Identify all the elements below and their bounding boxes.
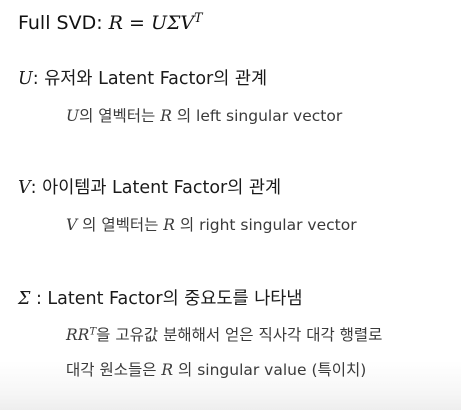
sigma-line1-text: 을 고유값 분해해서 얻은 직사각 대각 행렬로 [96,326,383,344]
sigma-heading: Σ : Latent Factor의 중요도를 나타냄 [18,289,303,309]
v-desc-symbol: V [66,216,78,234]
sigma-symbol: Σ [18,289,31,309]
slide-page: Full SVD: R = UΣVT U: 유저와 Latent Factor의… [0,0,461,410]
sigma-heading-text: : Latent Factor의 중요도를 나타냄 [30,289,303,309]
u-desc-r: R [160,107,172,125]
v-desc-end: 의 right singular vector [174,216,357,234]
v-heading: V: 아이템과 Latent Factor의 관계 [18,178,282,198]
v-symbol: V [18,178,31,198]
v-desc-r: R [163,216,175,234]
formula-rhs: UΣV [150,12,195,34]
full-svd-title: Full SVD: R = UΣVT [18,11,203,34]
sigma-description-line2: 대각 원소들은 R 의 singular value (특이치) [66,361,367,379]
v-heading-text: : 아이템과 Latent Factor의 관계 [30,178,282,198]
u-symbol: U [18,69,33,89]
sigma-line2-r: R [161,361,174,379]
formula-lhs: R [108,12,123,34]
sigma-line2-end: 의 singular value (특이치) [173,361,367,379]
u-description: U의 열벡터는 R 의 left singular vector [66,107,343,125]
formula-transpose: T [194,10,203,26]
v-desc-mid: 의 열벡터는 [77,216,164,234]
u-desc-end: 의 left singular vector [171,107,343,125]
u-desc-mid: 의 열벡터는 [79,107,161,125]
sigma-description-line1: RRT을 고유값 분해해서 얻은 직사각 대각 행렬로 [66,326,383,344]
formula-equals: = [122,12,151,34]
u-heading: U: 유저와 Latent Factor의 관계 [18,69,268,89]
v-description: V 의 열벡터는 R 의 right singular vector [66,216,357,234]
sigma-line2-start: 대각 원소들은 [66,361,162,379]
sigma-rr-symbol: RR [66,326,90,344]
full-svd-label: Full SVD: [18,12,109,34]
u-desc-symbol: U [66,107,80,125]
u-heading-text: : 유저와 Latent Factor의 관계 [32,69,268,89]
